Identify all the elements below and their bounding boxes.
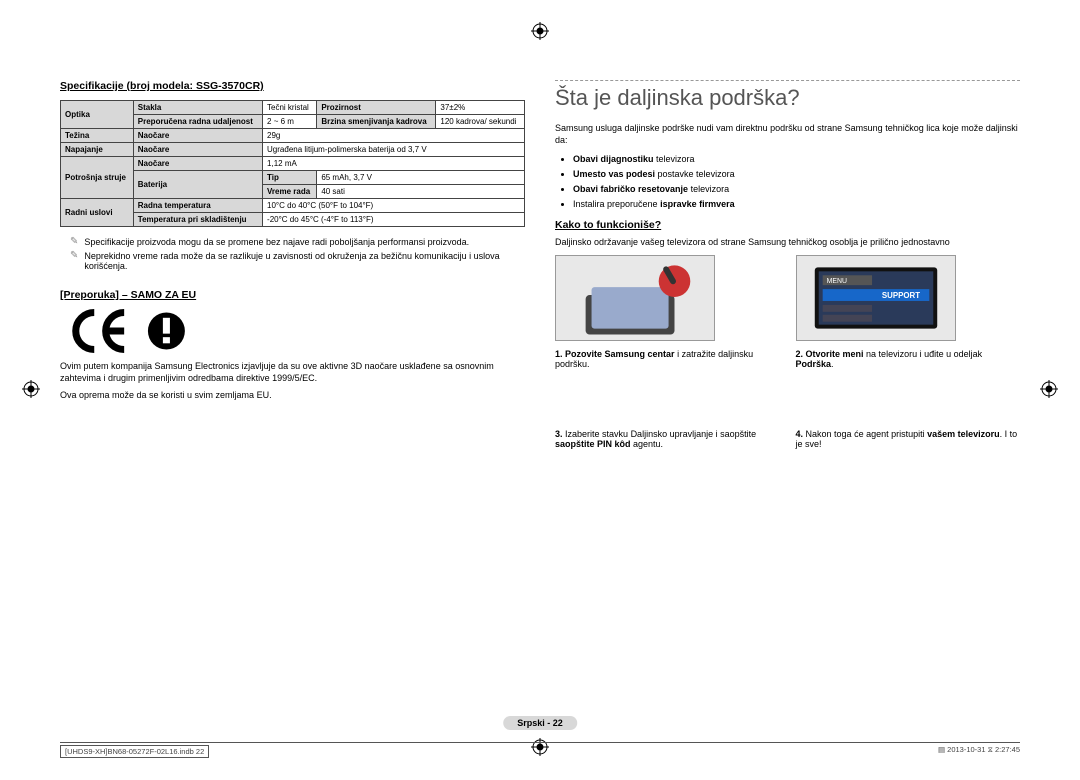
cell: Tečni kristal <box>263 101 317 115</box>
cell: Napajanje <box>61 143 134 157</box>
cell: Tip <box>263 171 317 185</box>
svg-text:MENU: MENU <box>826 278 846 285</box>
cell: 120 kadrova/ sekundi <box>436 115 525 129</box>
crop-mark-left <box>22 380 40 400</box>
crop-mark-right <box>1040 380 1058 400</box>
list-item: Obavi dijagnostiku televizora <box>573 154 1020 164</box>
cell: 2 ~ 6 m <box>263 115 317 129</box>
step-4: 4. Nakon toga će agent pristupiti vašem … <box>796 429 1021 449</box>
cell: Prozirnost <box>317 101 436 115</box>
right-column: Šta je daljinska podrška? Samsung usluga… <box>555 80 1020 449</box>
note-1: ✎ Specifikacije proizvoda mogu da se pro… <box>70 237 525 247</box>
list-item: Umesto vas podesi postavke televizora <box>573 169 1020 179</box>
step-3: 3. Izaberite stavku Daljinsko upravljanj… <box>555 429 780 449</box>
spec-table: Optika Stakla Tečni kristal Prozirnost 3… <box>60 100 525 227</box>
cell: Naočare <box>133 143 262 157</box>
how-heading: Kako to funkcioniše? <box>555 219 1020 231</box>
cell: Brzina smenjivanja kadrova <box>317 115 436 129</box>
cell: 40 sati <box>317 185 525 199</box>
footer-filename: [UHDS9-XH]BN68-05272F-02L16.indb 22 <box>60 745 209 758</box>
cell: Naočare <box>133 157 262 171</box>
cell: Vreme rada <box>263 185 317 199</box>
cell: 1,12 mA <box>263 157 525 171</box>
list-item: Obavi fabričko resetovanje televizora <box>573 184 1020 194</box>
cell: Temperatura pri skladištenju <box>133 213 262 227</box>
cell: Ugrađena litijum-polimerska baterija od … <box>263 143 525 157</box>
step-2: MENU SUPPORT 2. Otvorite meni na televiz… <box>796 255 1021 369</box>
cell: Optika <box>61 101 134 129</box>
list-item: Instalira preporučene ispravke firmvera <box>573 199 1020 209</box>
cell: 37±2% <box>436 101 525 115</box>
step-2-image: MENU SUPPORT <box>796 255 956 341</box>
cell: Težina <box>61 129 134 143</box>
cell: Baterija <box>133 171 262 199</box>
cell: Potrošnja struje <box>61 157 134 199</box>
print-footer: [UHDS9-XH]BN68-05272F-02L16.indb 22 ▤ 20… <box>60 742 1020 758</box>
how-para: Daljinsko održavanje vašeg televizora od… <box>555 237 1020 249</box>
ce-mark-icons <box>60 309 525 353</box>
left-column: Specifikacije (broj modela: SSG-3570CR) … <box>60 80 525 449</box>
step-1-image <box>555 255 715 341</box>
cell: Stakla <box>133 101 262 115</box>
eu-para-2: Ova oprema može da se koristi u svim zem… <box>60 390 525 402</box>
intro-para: Samsung usluga daljinske podrške nudi va… <box>555 123 1020 146</box>
cell: Preporučena radna udaljenost <box>133 115 262 129</box>
note-icon: ✎ <box>70 251 78 261</box>
cell: 29g <box>263 129 525 143</box>
cell: -20°C do 45°C (-4°F to 113°F) <box>263 213 525 227</box>
crop-mark-top <box>531 22 549 42</box>
note-text: Specifikacije proizvoda mogu da se prome… <box>84 237 469 247</box>
spec-heading: Specifikacije (broj modela: SSG-3570CR) <box>60 80 525 92</box>
cell: 65 mAh, 3,7 V <box>317 171 525 185</box>
svg-text:SUPPORT: SUPPORT <box>881 291 919 300</box>
cell: Radna temperatura <box>133 199 262 213</box>
cell: 10°C do 40°C (50°F to 104°F) <box>263 199 525 213</box>
page-number-badge: Srpski - 22 <box>503 716 577 730</box>
step-1: 1. Pozovite Samsung centar i zatražite d… <box>555 255 780 369</box>
cell: Radni uslovi <box>61 199 134 227</box>
remote-support-title: Šta je daljinska podrška? <box>555 80 1020 111</box>
note-icon: ✎ <box>70 237 78 247</box>
cell: Naočare <box>133 129 262 143</box>
feature-list: Obavi dijagnostiku televizora Umesto vas… <box>573 154 1020 209</box>
eu-para-1: Ovim putem kompanija Samsung Electronics… <box>60 361 525 384</box>
note-2: ✎ Neprekidno vreme rada može da se razli… <box>70 251 525 271</box>
eu-heading: [Preporuka] – SAMO ZA EU <box>60 289 525 301</box>
note-text: Neprekidno vreme rada može da se razliku… <box>84 251 525 271</box>
footer-timestamp: ▤ 2013-10-31 ⧖ 2:27:45 <box>938 745 1020 758</box>
